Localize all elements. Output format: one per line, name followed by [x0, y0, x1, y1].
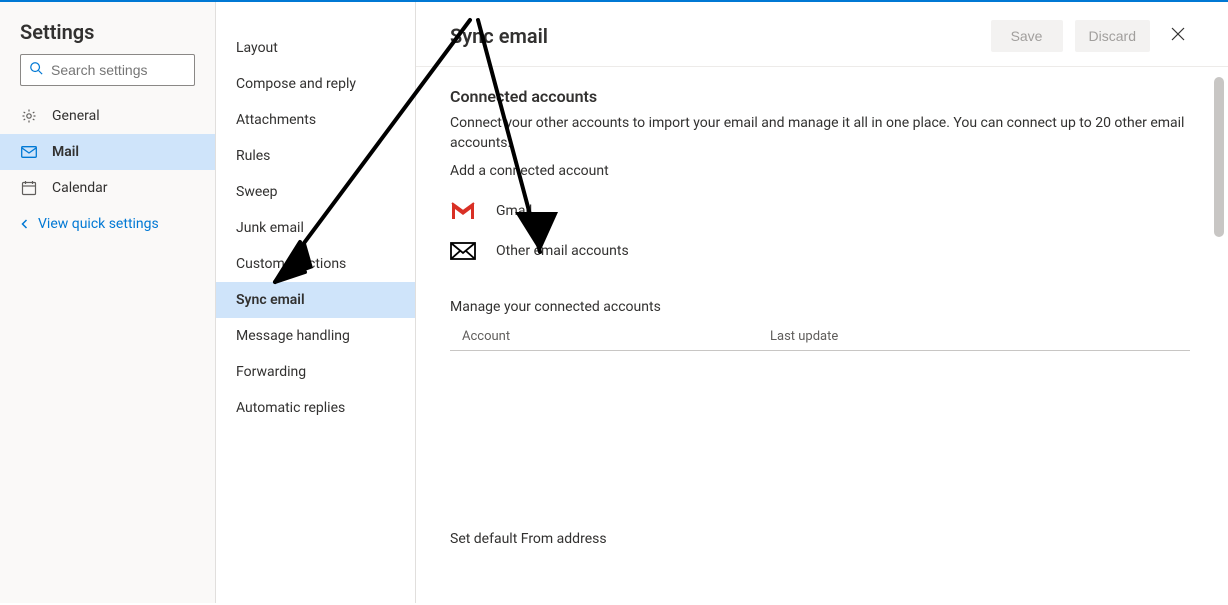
- scrollbar-thumb[interactable]: [1214, 77, 1224, 237]
- subnav-item-layout[interactable]: Layout: [216, 30, 415, 66]
- envelope-icon: [450, 242, 480, 260]
- subnav-item-compose-reply[interactable]: Compose and reply: [216, 66, 415, 102]
- close-button[interactable]: [1162, 20, 1194, 52]
- subnav-item-sync-email[interactable]: Sync email: [216, 282, 415, 318]
- page-title: Sync email: [450, 24, 548, 48]
- save-button[interactable]: Save: [991, 20, 1063, 52]
- default-from-heading: Set default From address: [450, 531, 1194, 547]
- scrollbar[interactable]: [1212, 69, 1226, 601]
- quick-settings-label: View quick settings: [38, 216, 159, 232]
- chevron-left-icon: [20, 216, 30, 232]
- col-account: Account: [450, 329, 770, 344]
- search-input[interactable]: [49, 61, 234, 79]
- discard-button[interactable]: Discard: [1075, 20, 1150, 52]
- nav-item-calendar[interactable]: Calendar: [0, 170, 215, 206]
- add-connected-label: Add a connected account: [450, 163, 1194, 179]
- nav-label: Calendar: [52, 180, 108, 196]
- mail-icon: [20, 146, 38, 158]
- main-header: Sync email Save Discard: [416, 2, 1228, 67]
- subnav-item-automatic-replies[interactable]: Automatic replies: [216, 390, 415, 426]
- subnav-item-message-handling[interactable]: Message handling: [216, 318, 415, 354]
- search-icon: [29, 61, 43, 79]
- settings-sidebar: Settings General: [0, 2, 216, 603]
- view-quick-settings-link[interactable]: View quick settings: [0, 206, 215, 242]
- nav-label: Mail: [52, 144, 79, 160]
- gear-icon: [20, 108, 38, 124]
- nav-item-general[interactable]: General: [0, 98, 215, 134]
- subnav-item-forwarding[interactable]: Forwarding: [216, 354, 415, 390]
- subnav-item-customer-actions[interactable]: Customer actions: [216, 246, 415, 282]
- header-actions: Save Discard: [991, 20, 1194, 52]
- calendar-icon: [20, 180, 38, 196]
- add-other-email-row[interactable]: Other email accounts: [450, 231, 1194, 271]
- other-email-label: Other email accounts: [496, 243, 629, 259]
- subnav-item-rules[interactable]: Rules: [216, 138, 415, 174]
- col-last-update: Last update: [770, 329, 1190, 344]
- settings-app: Settings General: [0, 0, 1228, 603]
- subnav-item-sweep[interactable]: Sweep: [216, 174, 415, 210]
- close-icon: [1171, 27, 1185, 45]
- main-body: Connected accounts Connect your other ac…: [416, 67, 1228, 603]
- manage-accounts-heading: Manage your connected accounts: [450, 299, 1194, 315]
- table-empty-space: [450, 351, 1194, 521]
- search-box[interactable]: [20, 54, 195, 86]
- nav-item-mail[interactable]: Mail: [0, 134, 215, 170]
- settings-nav: General Mail: [0, 98, 215, 206]
- mail-subnav: Layout Compose and reply Attachments Rul…: [216, 2, 416, 603]
- gmail-icon: [450, 201, 480, 221]
- subnav-item-attachments[interactable]: Attachments: [216, 102, 415, 138]
- main-body-wrap: Connected accounts Connect your other ac…: [416, 67, 1228, 603]
- subnav-item-junk-email[interactable]: Junk email: [216, 210, 415, 246]
- main-pane: Sync email Save Discard Connected accoun…: [416, 2, 1228, 603]
- settings-title: Settings: [0, 20, 215, 54]
- nav-label: General: [52, 108, 100, 124]
- gmail-label: Gmail: [496, 203, 532, 219]
- connected-accounts-heading: Connected accounts: [450, 87, 1194, 106]
- accounts-table-header: Account Last update: [450, 329, 1190, 351]
- search-container: [0, 54, 215, 98]
- add-gmail-row[interactable]: Gmail: [450, 191, 1194, 231]
- connected-accounts-desc: Connect your other accounts to import yo…: [450, 114, 1190, 153]
